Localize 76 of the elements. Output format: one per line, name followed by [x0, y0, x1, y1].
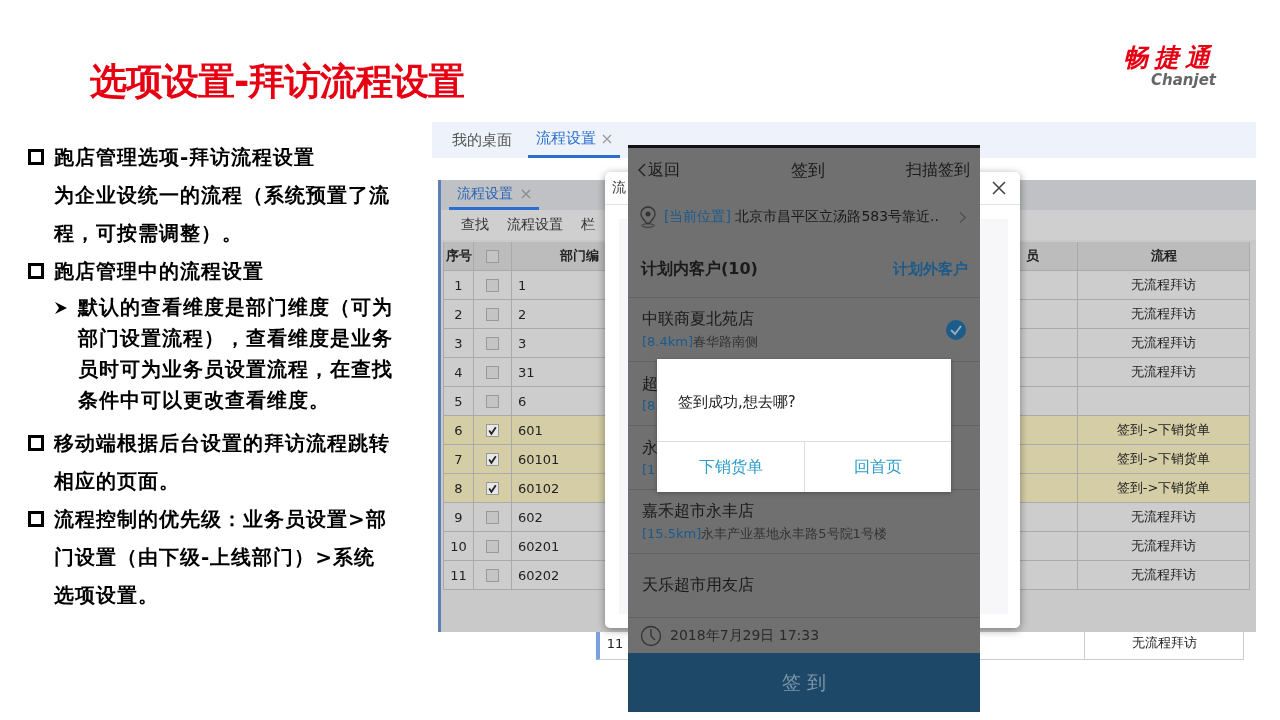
- checkbox[interactable]: [486, 365, 499, 379]
- table-cell: 无流程拜访: [1078, 561, 1250, 590]
- table-cell: 签到->下销货单: [1078, 474, 1250, 503]
- table-cell-text: 11: [605, 634, 625, 653]
- table-cell: 2: [444, 300, 474, 329]
- customer-address: [8.: [642, 398, 660, 413]
- table-cell: 7: [444, 445, 474, 474]
- sub-bullet-text: 默认的查看维度是部门维度（可为部门设置流程），查看维度是业务员时可为业务员设置流程，在查找条件中可以更改查看维度。: [78, 294, 394, 414]
- table-cell: 10: [444, 532, 474, 561]
- toolbar-button[interactable]: 流程设置: [507, 216, 563, 234]
- time-text: 2018年7月29日 17:33: [670, 626, 820, 645]
- logo-name: 畅捷通: [1123, 44, 1216, 72]
- toolbar-button[interactable]: 查找: [461, 216, 489, 234]
- column-header: 序号: [444, 242, 474, 271]
- customer-name: 中联商夏北苑店: [642, 308, 755, 330]
- bullet-note: 为企业设统一的流程（系统预置了流程，可按需调整）。: [54, 182, 391, 247]
- customer-name: 嘉禾超市永丰店: [642, 500, 755, 522]
- table-cell: 11: [444, 561, 474, 590]
- slide-title: 选项设置-拜访流程设置: [90, 59, 465, 105]
- bullet-text: 跑店管理选项-拜访流程设置: [54, 144, 317, 171]
- table-cell: 9: [444, 503, 474, 532]
- tab[interactable]: 我的桌面: [444, 122, 520, 158]
- bullet-text: 移动端根据后台设置的拜访流程跳转相应的页面。: [54, 430, 391, 495]
- column-header: 流程: [1078, 242, 1250, 271]
- table-cell: 3: [444, 329, 474, 358]
- toolbar-button[interactable]: 栏: [581, 216, 595, 234]
- checkbox[interactable]: [486, 336, 499, 350]
- table-cell: 无流程拜访: [1078, 358, 1250, 387]
- location-text[interactable]: [当前位置] 北京市昌平区立汤路583号靠近..: [664, 208, 953, 226]
- checkbox[interactable]: [486, 394, 499, 408]
- square-bullet-icon: [28, 149, 44, 165]
- checkbox[interactable]: [486, 452, 499, 466]
- customer-item[interactable]: 天乐超市用友店: [628, 554, 980, 618]
- modal-button[interactable]: 回首页: [804, 442, 951, 492]
- checkbox[interactable]: [486, 510, 499, 524]
- clock-icon: [640, 624, 662, 647]
- modal-button[interactable]: 下销货单: [657, 442, 804, 492]
- customer-address: [1: [642, 462, 657, 477]
- table-cell: 6: [444, 416, 474, 445]
- square-bullet-icon: [28, 511, 44, 527]
- table-cell: 无流程拜访: [1078, 503, 1250, 532]
- modal-message: 签到成功,想去哪?: [677, 392, 797, 413]
- checkbox[interactable]: [486, 481, 499, 495]
- table-cell: 4: [444, 358, 474, 387]
- table-cell: 无流程拜访: [1078, 329, 1250, 358]
- table-cell: 签到->下销货单: [1078, 445, 1250, 474]
- table-cell: 无流程拜访: [1078, 271, 1250, 300]
- back-chevron-icon: [638, 163, 646, 177]
- table-cell: 无流程拜访: [1078, 532, 1250, 561]
- check-in-button[interactable]: 签 到: [628, 653, 980, 712]
- customer-address: [8.4km]春华路南侧: [642, 332, 758, 351]
- tab[interactable]: 流程设置: [528, 122, 620, 158]
- logo-latin: Chanjet: [1151, 72, 1216, 88]
- dialog-title: 流: [612, 179, 626, 197]
- square-bullet-icon: [28, 435, 44, 451]
- table-cell: 8: [444, 474, 474, 503]
- scan-button[interactable]: 扫描签到: [906, 159, 970, 181]
- close-icon[interactable]: [992, 181, 1006, 195]
- checkbox[interactable]: [486, 539, 499, 553]
- checkbox[interactable]: [486, 423, 499, 437]
- table-cell: 签到->下销货单: [1078, 416, 1250, 445]
- bullet-text: 跑店管理中的流程设置: [54, 258, 265, 285]
- table-cell: 无流程拜访: [1078, 300, 1250, 329]
- location-pin-icon: [638, 206, 658, 228]
- square-bullet-icon: [28, 263, 44, 279]
- arrow-bullet-icon: [54, 301, 68, 315]
- chevron-right-icon[interactable]: [959, 210, 966, 224]
- bullet-text: 流程控制的优先级：业务员设置>部门设置（由下级-上线部门）>系统选项设置。: [54, 506, 388, 609]
- checkbox[interactable]: [486, 568, 499, 582]
- table-cell: 5: [444, 387, 474, 416]
- checkbox[interactable]: [486, 307, 499, 321]
- checkbox[interactable]: [486, 278, 499, 292]
- checkbox[interactable]: [486, 249, 499, 263]
- back-button[interactable]: 返回: [638, 159, 680, 181]
- table-cell: 1: [444, 271, 474, 300]
- screen-title: 签到: [791, 158, 825, 182]
